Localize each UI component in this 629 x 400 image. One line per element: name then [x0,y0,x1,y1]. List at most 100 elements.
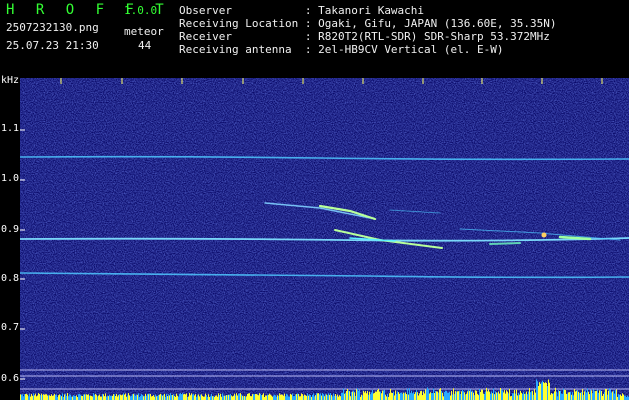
datetime-label: 25.07.23 21:30 [6,39,99,52]
activity-bar [383,390,384,400]
activity-bar [408,394,409,400]
activity-bar [280,394,281,400]
activity-bar [444,391,445,400]
activity-bar [535,392,536,400]
activity-bar [575,391,576,400]
activity-bar [473,392,474,400]
activity-bar [233,395,234,400]
activity-bar [566,393,567,400]
activity-bar [129,395,130,400]
activity-bar [23,396,24,400]
activity-bar [25,394,26,400]
activity-bar [540,383,541,400]
activity-bar [328,393,329,400]
activity-bar [478,395,479,400]
activity-bar [349,391,350,400]
activity-bar [542,380,543,400]
activity-bar [132,394,133,400]
activity-bar [249,393,250,400]
activity-bar [429,393,430,400]
activity-bar [31,394,32,400]
activity-bar [91,396,92,400]
activity-bar [330,393,331,400]
activity-bar [411,390,412,400]
activity-bar [420,391,421,400]
activity-bar [176,393,177,400]
activity-bar [100,396,101,400]
activity-bar [120,394,121,400]
activity-bar [606,389,607,400]
activity-bar [24,394,25,400]
activity-bar [531,391,532,400]
activity-bar [539,382,540,400]
activity-bar [225,395,226,400]
activity-bar [33,393,34,400]
activity-bar [261,395,262,400]
activity-bar [148,394,149,400]
activity-bar [506,390,507,400]
activity-bar [573,395,574,400]
activity-bar [368,394,369,400]
activity-bar [275,395,276,400]
activity-bar [528,391,529,400]
activity-bar [363,390,364,400]
activity-bar [242,395,243,400]
activity-bar [380,391,381,400]
activity-bar [108,396,109,400]
activity-bar [430,392,431,400]
activity-bar [438,392,439,400]
activity-bar [138,393,139,400]
activity-bar [598,393,599,400]
activity-bar [60,395,61,400]
activity-bar [281,394,282,400]
activity-bar [163,394,164,400]
activity-bar [66,395,67,400]
activity-bar [191,393,192,400]
activity-bar [403,392,404,400]
activity-bar [81,395,82,400]
activity-bar [553,393,554,400]
activity-bar [365,391,366,400]
activity-bar [269,393,270,400]
activity-bar [508,393,509,400]
activity-bar [372,390,373,400]
activity-bar [128,393,129,400]
activity-bar [94,394,95,400]
activity-bar [466,393,467,400]
activity-bar [468,389,469,400]
activity-bar [361,394,362,400]
activity-bar [578,391,579,400]
activity-bar [324,396,325,400]
activity-bar [572,392,573,400]
activity-bar [452,394,453,400]
activity-bar [130,396,131,400]
activity-bar [310,395,311,400]
activity-bar [565,390,566,400]
activity-bar [463,391,464,400]
activity-bar [131,395,132,400]
activity-bar [210,396,211,400]
activity-bar [231,395,232,400]
activity-bar [122,394,123,400]
activity-bar [589,394,590,400]
activity-bar [538,385,539,400]
activity-bar [431,393,432,400]
activity-bar [95,393,96,400]
activity-bar [89,395,90,400]
activity-bar [342,392,343,400]
activity-bar [296,394,297,400]
activity-bar [323,394,324,400]
activity-bar [305,395,306,400]
activity-bar [143,396,144,400]
activity-bar [181,394,182,400]
y-tick-label: 0.6 [1,373,20,384]
activity-bar [533,394,534,400]
activity-bar [605,389,606,400]
activity-bar [287,394,288,400]
activity-bar [504,390,505,400]
activity-bar [357,388,358,400]
activity-bar [610,389,611,400]
activity-bar [580,392,581,400]
activity-bar [106,396,107,400]
activity-bar [371,392,372,400]
